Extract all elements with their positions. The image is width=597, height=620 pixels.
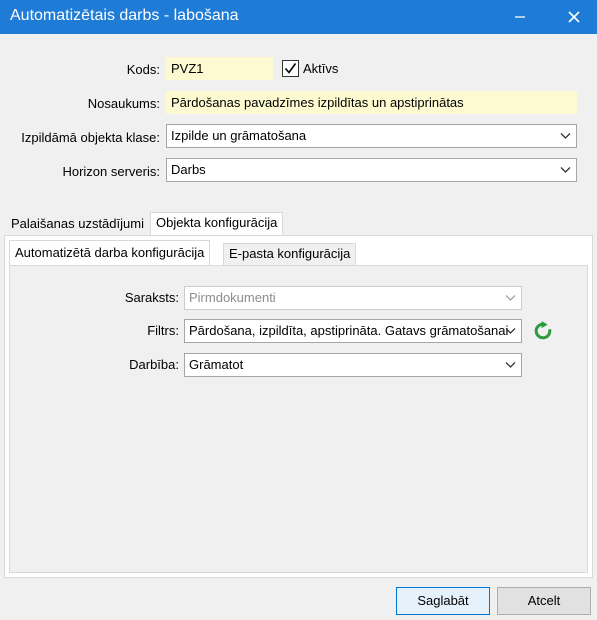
chevron-down-icon bbox=[505, 362, 516, 368]
list-select: Pirmdokumenti bbox=[184, 286, 522, 310]
minimize-icon bbox=[514, 11, 526, 23]
filter-select-value: Pārdošana, izpildīta, apstiprināta. Gata… bbox=[189, 323, 509, 338]
code-label: Kods: bbox=[126, 62, 160, 77]
tab-automated-job-configuration[interactable]: Automatizētā darba konfigurācija bbox=[9, 240, 211, 266]
minimize-button[interactable] bbox=[497, 0, 543, 34]
class-select-value: Izpilde un grāmatošana bbox=[171, 128, 307, 143]
tab-email-configuration[interactable]: E-pasta konfigurācija bbox=[223, 243, 357, 265]
class-label: Izpildāmā objekta klase: bbox=[21, 130, 160, 145]
action-select-value: Grāmatot bbox=[189, 357, 244, 372]
automated-job-config-panel bbox=[9, 265, 588, 573]
server-label: Horizon serveris: bbox=[62, 164, 160, 179]
close-icon bbox=[568, 11, 580, 23]
active-checkbox[interactable] bbox=[282, 60, 299, 77]
active-label: Aktīvs bbox=[303, 61, 339, 76]
server-select-value: Darbs bbox=[171, 162, 206, 177]
chevron-down-icon bbox=[505, 328, 516, 334]
class-select[interactable]: Izpilde un grāmatošana bbox=[166, 124, 577, 148]
save-button[interactable]: Saglabāt bbox=[396, 587, 490, 615]
chevron-down-icon bbox=[560, 133, 571, 139]
close-button[interactable] bbox=[551, 0, 597, 34]
filter-select[interactable]: Pārdošana, izpildīta, apstiprināta. Gata… bbox=[184, 319, 522, 343]
window-title: Automatizētais darbs - labošana bbox=[10, 7, 239, 24]
chevron-down-icon bbox=[560, 167, 571, 173]
tab-launch-settings[interactable]: Palaišanas uzstādījumi bbox=[6, 214, 149, 236]
refresh-icon bbox=[534, 321, 552, 340]
list-label: Saraksts: bbox=[124, 290, 179, 305]
cancel-button[interactable]: Atcelt bbox=[497, 587, 591, 615]
list-select-value: Pirmdokumenti bbox=[189, 290, 276, 305]
filter-label: Filtrs: bbox=[147, 323, 179, 338]
checkmark-icon bbox=[284, 63, 297, 74]
refresh-button[interactable] bbox=[533, 321, 553, 341]
name-field[interactable]: Pārdošanas pavadzīmes izpildītas un apst… bbox=[166, 91, 577, 114]
title-bar: Automatizētais darbs - labošana bbox=[0, 0, 597, 34]
tab-object-configuration[interactable]: Objekta konfigurācija bbox=[150, 212, 284, 236]
action-label: Darbība: bbox=[129, 357, 179, 372]
name-label: Nosaukums: bbox=[87, 96, 160, 111]
chevron-down-icon bbox=[505, 295, 516, 301]
action-select[interactable]: Grāmatot bbox=[184, 353, 522, 377]
code-field[interactable]: PVZ1 bbox=[166, 57, 273, 80]
server-select[interactable]: Darbs bbox=[166, 158, 577, 182]
